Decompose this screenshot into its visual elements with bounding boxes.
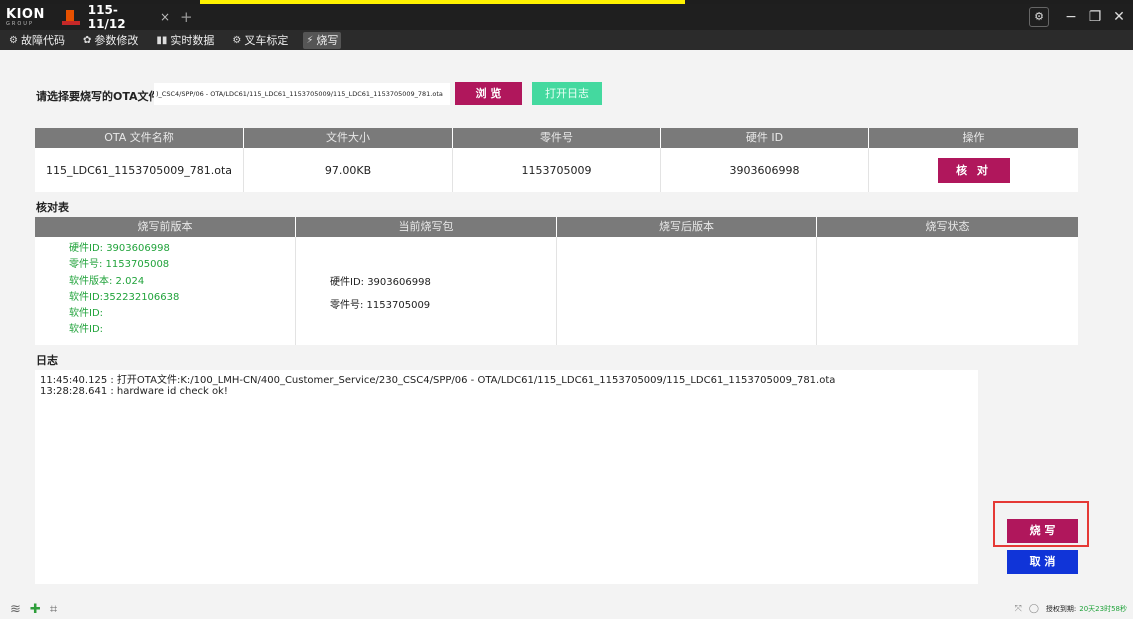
log-title: 日志 [36,354,58,367]
forklift-icon: ⚙ [232,34,242,46]
logo-text: KION [6,7,45,22]
license-value: 20天23时58秒 [1079,605,1127,613]
license-label: 授权到期: [1045,605,1077,613]
menu-bar: ⚙ 故障代码 ✿ 参数修改 ▮▮ 实时数据 ⚙ 叉车标定 ⚡ 烧写 [0,30,1133,50]
disconnect-icon: ⌗ [49,602,58,617]
before-line: 软件ID: [69,308,104,320]
part-number-cell: 1153705009 [453,148,661,192]
current-package-cell: 硬件ID: 3903606998 零件号: 1153705009 [296,237,557,345]
table-row: 硬件ID: 3903606998 零件号: 1153705008 软件版本: 2… [35,237,1078,345]
table-row: 115_LDC61_1153705009_781.ota 97.00KB 115… [35,148,1078,192]
before-line: 软件版本: 2.024 [69,275,145,287]
before-line: 软件ID: [69,324,104,336]
menu-item-parameters[interactable]: ✿ 参数修改 [80,32,141,49]
gear-icon: ✿ [82,34,92,46]
expand-icon[interactable]: ⤧ [1015,604,1022,614]
col-header: OTA 文件名称 [35,128,244,148]
current-line: 硬件ID: 3903606998 [330,277,431,288]
menu-item-realtime[interactable]: ▮▮ 实时数据 [153,32,217,49]
col-header: 零件号 [453,128,661,148]
fault-icon: ⚙ [9,34,18,46]
after-version-cell [557,237,817,345]
col-header: 烧写后版本 [557,217,817,237]
log-area[interactable]: 11:45:40.125 : 打开OTA文件:K:/100_LMH-CN/400… [35,370,978,584]
flash-icon: ⚡ [306,34,314,46]
col-header: 文件大小 [244,128,453,148]
plug-icon: ✚ [29,602,41,617]
close-window-icon[interactable]: ✕ [1109,7,1129,27]
burn-status-cell [817,237,1078,345]
col-header: 硬件 ID [661,128,869,148]
menu-item-calibration[interactable]: ⚙ 叉车标定 [229,32,291,49]
log-line: 11:45:40.125 : 打开OTA文件:K:/100_LMH-CN/400… [40,375,836,386]
tab-close-icon[interactable]: × [160,10,170,24]
burn-button[interactable]: 烧 写 [1007,519,1078,543]
before-line: 硬件ID: 3903606998 [69,243,170,254]
menu-item-label: 叉车标定 [244,34,289,47]
ota-file-label: 请选择要烧写的OTA文件 [36,90,160,103]
col-header: 烧写前版本 [35,217,296,237]
menu-item-label: 烧写 [316,34,339,47]
table-header: 烧写前版本 当前烧写包 烧写后版本 烧写状态 [35,217,1078,237]
current-line: 零件号: 1153705009 [330,300,431,311]
truck-tab-icon [60,8,82,26]
file-size-cell: 97.00KB [244,148,453,192]
hardware-id-cell: 3903606998 [661,148,869,192]
col-header: 烧写状态 [925,220,970,233]
browse-button[interactable]: 浏 览 [455,82,522,105]
before-line: 软件ID:352232106638 [69,291,180,303]
signal-icon: ≋ [10,602,21,617]
col-header: 操作 [962,131,985,144]
before-version-cell: 硬件ID: 3903606998 零件号: 1153705008 软件版本: 2… [35,237,296,345]
ota-file-table: OTA 文件名称 文件大小 零件号 硬件 ID 操作 115_LDC61_115… [35,128,1078,192]
file-name-cell: 115_LDC61_1153705009_781.ota [35,148,244,192]
menu-item-fault-codes[interactable]: ⚙ 故障代码 [6,32,68,49]
add-tab-icon[interactable]: + [180,8,193,26]
tab-label: 115-11/12 [87,3,126,31]
open-log-button[interactable]: 打开日志 [532,82,602,105]
log-line: 13:28:28.641 : hardware id check ok! [40,386,228,397]
table-header: OTA 文件名称 文件大小 零件号 硬件 ID 操作 [35,128,1078,148]
settings-icon[interactable]: ⚙ [1029,7,1049,27]
tab-115[interactable]: 115-11/12 × [60,3,170,31]
logo-subtext: GROUP [6,21,34,27]
check-table: 烧写前版本 当前烧写包 烧写后版本 烧写状态 硬件ID: 3903606998 … [35,217,1078,345]
minimize-icon[interactable]: − [1061,7,1081,27]
ota-file-path-input[interactable] [154,83,450,105]
menu-item-flash[interactable]: ⚡ 烧写 [303,31,342,49]
before-line: 零件号: 1153705008 [69,259,170,271]
chart-icon: ▮▮ [156,34,168,46]
verify-button[interactable]: 核 对 [937,157,1010,183]
action-cell: 核 对 [869,148,1078,192]
menu-item-label: 故障代码 [20,34,65,47]
status-icons: ≋ ✚ ⌗ [10,602,66,617]
kion-logo: KION GROUP [6,7,54,27]
refresh-icon[interactable]: ◯ [1029,604,1039,614]
menu-item-label: 参数修改 [94,34,139,47]
cancel-button[interactable]: 取 消 [1007,550,1078,574]
restore-icon[interactable]: ❐ [1085,7,1105,27]
col-header: 当前烧写包 [296,217,557,237]
menu-item-label: 实时数据 [170,34,215,47]
title-bar: KION GROUP 115-11/12 × + ⚙ − ❐ ✕ [0,3,1133,31]
check-table-title: 核对表 [36,201,69,214]
status-right: ⤧ ◯ 授权到期: 20天23时58秒 [1015,604,1127,614]
